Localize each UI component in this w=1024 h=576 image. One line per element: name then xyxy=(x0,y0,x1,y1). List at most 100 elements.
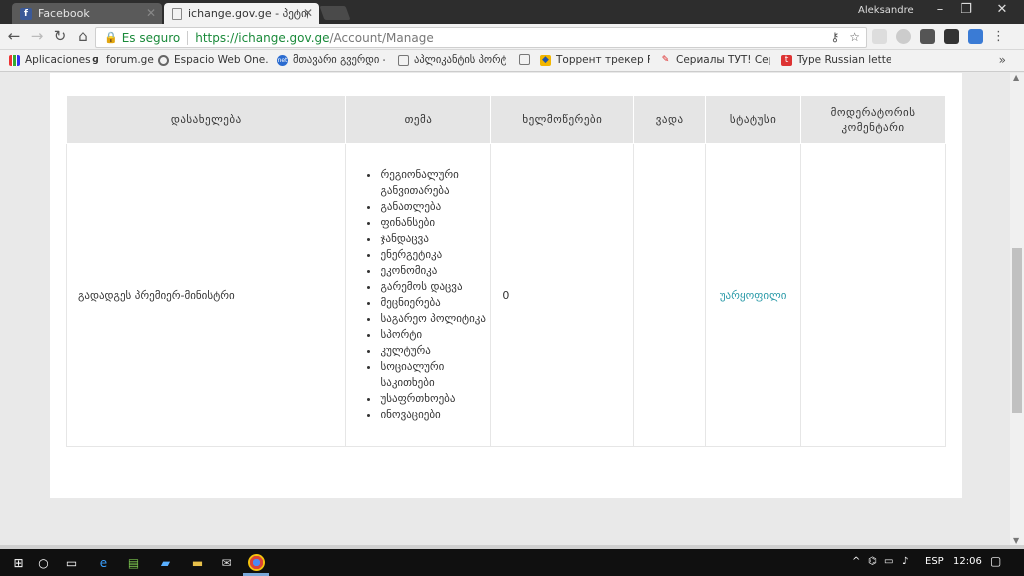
bookmark-label: Торрент трекер Free xyxy=(556,54,650,66)
scrollbar-thumb[interactable] xyxy=(1012,248,1022,413)
petition-topics: რეგიონალური განვითარებაგანათლებაფინანსებ… xyxy=(345,143,492,447)
network-icon[interactable]: ⌬ xyxy=(868,556,877,567)
vertical-scrollbar[interactable]: ▲ ▼ xyxy=(1010,73,1024,545)
bookmark-label: Type Russian letters - xyxy=(797,54,891,66)
clock[interactable]: 12:06 xyxy=(953,556,982,567)
cloud-icon[interactable] xyxy=(896,29,911,44)
extension-icon[interactable] xyxy=(872,29,887,44)
bookmark-type-russian[interactable]: t Type Russian letters - xyxy=(781,54,891,66)
topic-item: გარემოს დაცვა xyxy=(380,279,490,295)
petitions-table: დასახელება თემა ხელმოწერები ვადა სტატუსი… xyxy=(65,95,946,447)
bookmark-one[interactable]: Espacio Web One.com xyxy=(158,54,268,66)
scroll-up-icon[interactable]: ▲ xyxy=(1013,73,1019,82)
folder-icon[interactable]: ▬ xyxy=(189,554,206,571)
bookmark-label: Espacio Web One.com xyxy=(174,54,268,66)
petition-name: გადადგეს პრემიერ-მინისტრი xyxy=(65,143,347,447)
key-icon[interactable]: ⚷ xyxy=(830,30,839,44)
new-tab-button[interactable] xyxy=(319,6,351,20)
bookmark-forum[interactable]: ɡ forum.ge xyxy=(90,54,154,66)
bookmark-serials[interactable]: ✎ Сериалы ТУТ! Сериа xyxy=(660,54,770,66)
profile-name[interactable]: Aleksandre xyxy=(858,5,914,16)
topic-item: სპორტი xyxy=(380,327,490,343)
reload-icon[interactable]: ↻ xyxy=(51,27,69,45)
minimize-icon[interactable]: – xyxy=(928,2,952,17)
signature-count: 0 xyxy=(490,143,635,447)
star-icon[interactable]: ☆ xyxy=(849,30,860,44)
bookmark-label: Aplicaciones xyxy=(25,54,91,66)
chrome-icon[interactable] xyxy=(248,554,265,571)
address-bar[interactable]: 🔒 Es seguro https:// ichange.gov.ge /Acc… xyxy=(95,27,867,48)
mail-icon[interactable]: ✉ xyxy=(218,554,235,571)
translate-icon[interactable] xyxy=(920,29,935,44)
tab-title: Facebook xyxy=(38,7,90,20)
column-header-status: სტატუსი xyxy=(705,95,802,144)
chevron-up-icon[interactable]: ^ xyxy=(852,556,860,567)
tab-facebook[interactable]: f Facebook ✕ xyxy=(12,3,162,24)
url-path: /Account/Manage xyxy=(329,30,434,45)
page-icon xyxy=(398,54,409,66)
bookmark-label: აპლიკანტის პორტ xyxy=(414,54,506,66)
shield-icon[interactable] xyxy=(944,29,959,44)
bookmark-label: forum.ge xyxy=(106,54,154,66)
column-header-name: დასახელება xyxy=(65,95,347,144)
search-icon[interactable]: ○ xyxy=(35,554,52,571)
topic-item: ინოვაციები xyxy=(380,407,490,423)
store-icon[interactable]: ▰ xyxy=(157,554,174,571)
more-bookmarks-icon[interactable]: » xyxy=(999,53,1006,67)
column-header-signatures: ხელმოწერები xyxy=(490,95,635,144)
tab-ichange[interactable]: ichange.gov.ge - პეტიცი ✕ xyxy=(164,3,319,24)
close-icon[interactable]: ✕ xyxy=(146,6,156,20)
topic-item: ფინანსები xyxy=(380,215,490,231)
close-icon[interactable]: ✕ xyxy=(303,6,313,20)
column-header-deadline: ვადა xyxy=(633,95,707,144)
topic-list: რეგიონალური განვითარებაგანათლებაფინანსებ… xyxy=(366,167,490,423)
home-icon[interactable]: ⌂ xyxy=(74,27,92,45)
menu-icon[interactable]: ⋮ xyxy=(992,29,1005,44)
s-extension-icon[interactable] xyxy=(968,29,983,44)
forward-icon[interactable]: → xyxy=(28,27,46,45)
topic-item: ჯანდაცვა xyxy=(380,231,490,247)
edge-icon[interactable]: e xyxy=(95,554,112,571)
page-viewport: დასახელება თემა ხელმოწერები ვადა სტატუსი… xyxy=(0,73,1010,545)
bookmark-apps[interactable]: Aplicaciones xyxy=(9,54,91,66)
task-view-icon[interactable]: ▭ xyxy=(63,554,80,571)
url-host: ichange.gov.ge xyxy=(238,30,330,45)
status-link[interactable]: უარყოფილი xyxy=(720,289,787,302)
one-icon xyxy=(158,54,169,66)
scroll-down-icon[interactable]: ▼ xyxy=(1013,536,1019,545)
column-header-topic: თემა xyxy=(345,95,492,144)
bookmark-applicant[interactable]: აპლიკანტის პორტ xyxy=(398,54,506,66)
net-icon: net xyxy=(277,54,288,66)
topic-item: რეგიონალური განვითარება xyxy=(380,167,490,199)
page-icon xyxy=(519,54,530,65)
topic-item: მეცნიერება xyxy=(380,295,490,311)
volume-icon[interactable]: ♪ xyxy=(902,556,908,567)
url-scheme: https:// xyxy=(195,30,239,45)
bookmark-blank[interactable] xyxy=(519,54,535,65)
moderator-comment-cell xyxy=(800,143,946,447)
windows-start-icon[interactable]: ⊞ xyxy=(10,554,27,571)
deadline-cell xyxy=(633,143,707,447)
content-card: დასახელება თემა ხელმოწერები ვადა სტატუსი… xyxy=(50,73,962,498)
serials-icon: ✎ xyxy=(661,55,670,65)
back-icon[interactable]: ← xyxy=(5,27,23,45)
secure-label: Es seguro xyxy=(121,30,181,45)
notepad-icon[interactable]: ▤ xyxy=(125,554,142,571)
close-window-icon[interactable]: ✕ xyxy=(990,2,1014,17)
lock-icon: 🔒 xyxy=(104,31,118,44)
page-icon xyxy=(172,7,182,20)
restore-icon[interactable]: ❐ xyxy=(954,2,978,17)
windows-taskbar: ⊞ ○ ▭ e ▤ ▰ ▬ ✉ ^ ⌬ ▭ ♪ ESP 12:06 ▢ xyxy=(0,549,1024,576)
topic-item: სოციალური საკითხები xyxy=(380,359,490,391)
battery-icon[interactable]: ▭ xyxy=(884,556,893,567)
notifications-icon[interactable]: ▢ xyxy=(990,554,1001,568)
bookmarks-bar: Aplicaciones ɡ forum.ge Espacio Web One.… xyxy=(0,50,1024,72)
tab-strip: f Facebook ✕ ichange.gov.ge - პეტიცი ✕ A… xyxy=(0,0,1024,24)
topic-item: საგარეო პოლიტიკა xyxy=(380,311,490,327)
torrent-icon: ◆ xyxy=(540,54,551,66)
bookmark-torrent[interactable]: ◆ Торрент трекер Free xyxy=(540,54,650,66)
language-indicator[interactable]: ESP xyxy=(925,556,944,567)
browser-toolbar: ← → ↻ ⌂ 🔒 Es seguro https:// ichange.gov… xyxy=(0,24,1024,50)
bookmark-net[interactable]: net მთავარი გვერდი - xyxy=(277,54,385,66)
facebook-icon: f xyxy=(20,7,32,20)
